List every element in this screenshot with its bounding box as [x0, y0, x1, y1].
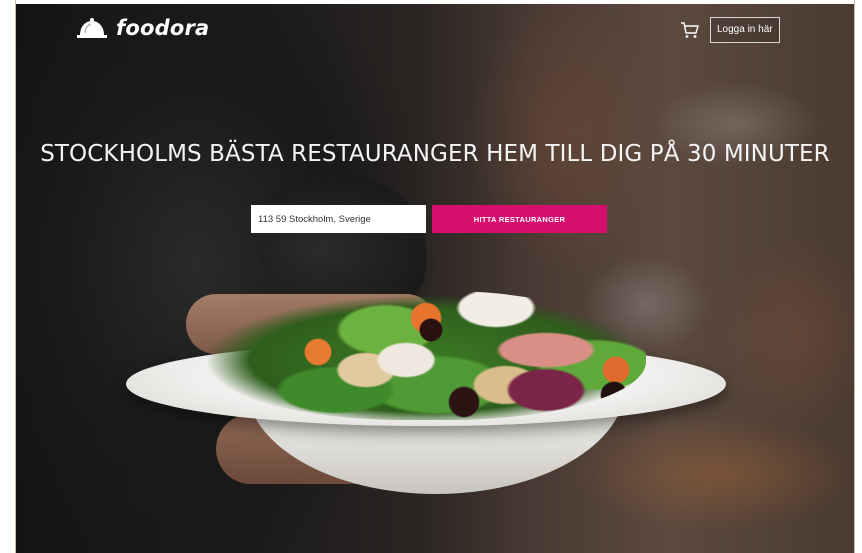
cart-icon[interactable]	[680, 21, 700, 39]
hero-background-image	[16, 4, 854, 553]
hero-headline: STOCKHOLMS BÄSTA RESTAURANGER HEM TILL D…	[40, 141, 830, 168]
foodora-logo[interactable]: foodora	[76, 16, 209, 40]
salad-image	[206, 290, 646, 420]
logo-text: foodora	[116, 16, 210, 40]
cloche-icon	[77, 18, 107, 38]
find-restaurants-button[interactable]: HITTA RESTAURANGER	[432, 205, 607, 233]
address-search-input[interactable]	[251, 205, 426, 233]
login-button[interactable]: Logga in här	[710, 17, 780, 43]
top-navigation: foodora Logga in här	[16, 4, 854, 54]
